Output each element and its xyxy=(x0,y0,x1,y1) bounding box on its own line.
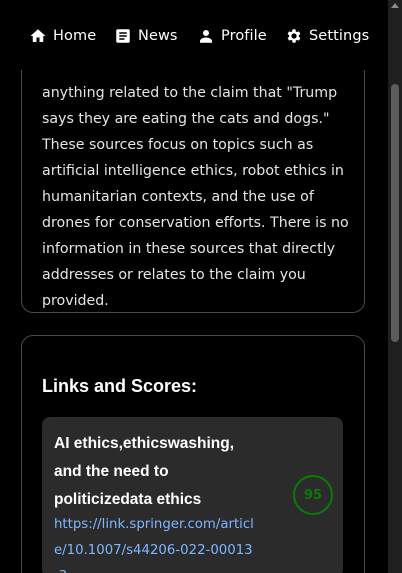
profile-icon xyxy=(200,30,212,43)
answer-text: anything related to the claim that "Trum… xyxy=(42,85,349,309)
scrollbar-thumb[interactable] xyxy=(391,84,399,342)
nav-settings-label: Settings xyxy=(309,28,370,44)
score-badge: 95 xyxy=(293,475,333,515)
nav-profile-label: Profile xyxy=(221,28,267,44)
links-card: Links and Scores: AI ethics,ethicswashin… xyxy=(21,335,365,573)
nav-settings[interactable]: Settings xyxy=(285,25,369,47)
link-title: AI ethics,ethicswashing, and the need to… xyxy=(54,435,235,508)
page-viewport: anything related to the claim that "Trum… xyxy=(0,0,388,573)
links-heading: Links and Scores: xyxy=(42,376,198,396)
nav-home[interactable]: Home xyxy=(29,25,96,47)
nav-profile[interactable]: Profile xyxy=(197,25,267,47)
scroll-up-arrow-icon[interactable] xyxy=(391,3,399,8)
nav-home-label: Home xyxy=(53,28,97,44)
link-url[interactable]: https://link.springer.com/article/10.100… xyxy=(54,512,254,573)
link-item: AI ethics,ethicswashing, and the need to… xyxy=(42,417,343,573)
gear-icon xyxy=(287,29,301,43)
nav-news-label: News xyxy=(138,28,178,44)
top-nav: Home News Profile Settings xyxy=(0,0,388,70)
news-icon xyxy=(116,29,130,43)
vertical-scrollbar[interactable] xyxy=(388,0,402,573)
answer-card: anything related to the claim that "Trum… xyxy=(21,40,365,313)
nav-news[interactable]: News xyxy=(114,25,178,47)
home-icon xyxy=(30,29,46,42)
